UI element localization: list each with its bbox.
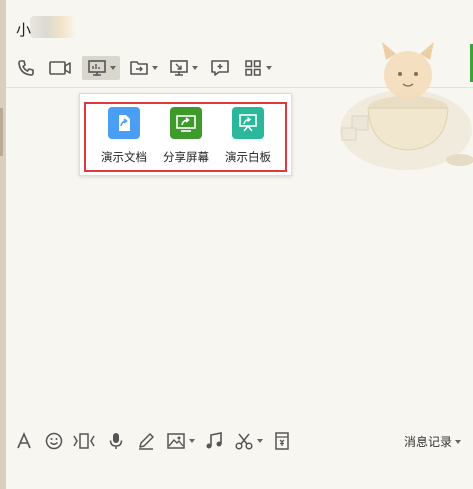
message-input[interactable] [6, 458, 473, 489]
music-button[interactable] [204, 431, 224, 451]
red-packet-icon [275, 432, 289, 450]
remote-desktop-button[interactable] [166, 56, 200, 80]
message-history-button[interactable]: 消息记录 [404, 433, 461, 450]
chevron-down-icon [265, 66, 272, 70]
share-screen-option[interactable]: 分享屏幕 [155, 107, 217, 165]
message-history-label: 消息记录 [403, 435, 452, 449]
chevron-down-icon [151, 66, 158, 70]
remote-demo-dropdown: 演示文档 分享屏幕 演示白板 [79, 93, 292, 176]
present-document-label: 演示文档 [101, 150, 147, 164]
send-file-button[interactable] [126, 56, 160, 80]
input-toolbar: 消息记录 [6, 425, 473, 457]
remote-desktop-icon [169, 60, 188, 76]
phone-button[interactable] [14, 56, 38, 80]
video-call-button[interactable] [46, 56, 74, 80]
pen-button[interactable] [136, 431, 156, 451]
emoji-icon [45, 432, 63, 450]
present-whiteboard-label: 演示白板 [225, 150, 271, 164]
present-whiteboard-icon [232, 107, 264, 139]
red-packet-button[interactable] [272, 431, 292, 451]
send-file-icon [129, 61, 148, 75]
chat-window: 小 消息记录 [6, 0, 473, 489]
chevron-down-icon [189, 439, 195, 443]
share-screen-icon [170, 107, 202, 139]
contact-name-blurred [30, 16, 76, 38]
chevron-down-icon [191, 66, 198, 70]
voice-button[interactable] [106, 431, 126, 451]
remote-demo-icon [87, 60, 106, 76]
emoji-button[interactable] [44, 431, 64, 451]
group-invite-icon [211, 60, 229, 76]
pen-icon [139, 433, 154, 450]
group-invite-button[interactable] [208, 56, 232, 80]
share-screen-label: 分享屏幕 [163, 150, 209, 164]
image-button[interactable] [166, 431, 195, 451]
scissors-icon [235, 433, 253, 450]
present-document-option[interactable]: 演示文档 [93, 107, 155, 165]
screenshot-button[interactable] [234, 431, 263, 451]
apps-grid-button[interactable] [240, 56, 274, 80]
remote-demo-button[interactable] [82, 56, 120, 80]
present-document-icon [108, 107, 140, 139]
chevron-down-icon [257, 439, 263, 443]
voice-icon [109, 433, 123, 449]
chevron-down-icon [455, 439, 461, 444]
shake-button[interactable] [72, 431, 96, 451]
image-icon [167, 433, 185, 449]
font-icon [17, 431, 31, 449]
apps-grid-icon [244, 60, 261, 76]
resize-handle[interactable] [0, 108, 3, 156]
music-icon [206, 432, 222, 449]
present-whiteboard-option[interactable]: 演示白板 [217, 107, 279, 165]
shake-icon [73, 433, 95, 449]
chevron-down-icon [109, 66, 116, 70]
video-call-icon [49, 61, 71, 75]
phone-icon [18, 60, 34, 76]
font-button[interactable] [14, 431, 34, 451]
contact-name: 小 [16, 21, 32, 39]
chat-header: 小 [6, 0, 473, 88]
